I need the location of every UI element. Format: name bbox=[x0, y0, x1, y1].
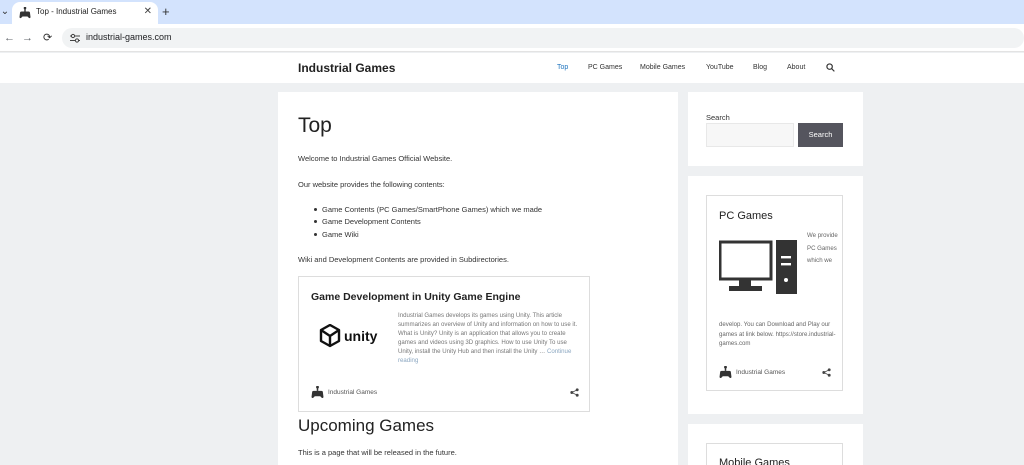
upcoming-games-heading: Upcoming Games bbox=[298, 416, 435, 435]
main-content: Top Welcome to Industrial Games Official… bbox=[278, 92, 678, 465]
mobile-games-widget: Mobile Games bbox=[688, 424, 863, 465]
pc-games-footer: Industrial Games bbox=[719, 366, 831, 380]
share-icon[interactable] bbox=[570, 388, 579, 397]
subdirectories-text: Wiki and Development Contents are provid… bbox=[298, 255, 509, 264]
author-name[interactable]: Industrial Games bbox=[736, 369, 785, 376]
close-tab-icon[interactable]: ✕ bbox=[144, 6, 152, 18]
site-settings-icon[interactable] bbox=[69, 32, 81, 44]
gamepad-icon bbox=[311, 386, 324, 399]
search-widget: Search Search bbox=[688, 92, 863, 166]
nav-youtube[interactable]: YouTube bbox=[706, 64, 734, 71]
unity-logo[interactable]: unity bbox=[319, 324, 383, 348]
nav-blog[interactable]: Blog bbox=[753, 64, 767, 71]
share-icon[interactable] bbox=[822, 368, 831, 377]
browser-tab-bar: ⌄ Top - Industrial Games ✕ + bbox=[0, 0, 1024, 24]
list-item: Game Wiki bbox=[314, 230, 359, 239]
nav-pc-games[interactable]: PC Games bbox=[588, 64, 622, 71]
article-title[interactable]: Game Development in Unity Game Engine bbox=[311, 291, 520, 303]
site-logo[interactable]: Industrial Games bbox=[298, 61, 395, 75]
nav-about[interactable]: About bbox=[787, 64, 805, 71]
page-title: Top bbox=[298, 114, 332, 137]
pc-games-description: develop. You can Download and Play our g… bbox=[719, 321, 836, 347]
author-name[interactable]: Industrial Games bbox=[328, 389, 377, 396]
tab-title: Top - Industrial Games bbox=[36, 7, 117, 16]
gamepad-icon bbox=[719, 366, 732, 379]
browser-toolbar: ← → ⟳ industrial-games.com bbox=[0, 24, 1024, 52]
mobile-games-title[interactable]: Mobile Games bbox=[719, 457, 790, 465]
browser-tab[interactable]: Top - Industrial Games ✕ bbox=[12, 2, 158, 24]
search-input[interactable] bbox=[706, 123, 794, 147]
pc-games-widget: PC Games We provide PC Games which we de… bbox=[688, 176, 863, 414]
desktop-computer-icon[interactable] bbox=[719, 240, 799, 298]
url-text: industrial-games.com bbox=[86, 32, 172, 42]
search-button[interactable]: Search bbox=[798, 123, 843, 147]
search-icon[interactable] bbox=[826, 63, 835, 72]
nav-mobile-games[interactable]: Mobile Games bbox=[640, 64, 685, 71]
search-label: Search bbox=[706, 113, 730, 122]
provides-text: Our website provides the following conte… bbox=[298, 180, 445, 189]
nav-top[interactable]: Top bbox=[557, 64, 568, 71]
article-footer: Industrial Games bbox=[311, 386, 579, 400]
upcoming-games-text: This is a page that will be released in … bbox=[298, 448, 457, 457]
pc-games-card: PC Games We provide PC Games which we de… bbox=[706, 195, 843, 391]
unity-wordmark: unity bbox=[344, 328, 378, 344]
welcome-text: Welcome to Industrial Games Official Web… bbox=[298, 154, 453, 163]
list-item: Game Contents (PC Games/SmartPhone Games… bbox=[313, 205, 543, 214]
pc-games-side-text: We provide PC Games which we bbox=[807, 232, 838, 264]
reload-icon[interactable]: ⟳ bbox=[43, 31, 52, 45]
tab-search-chevron-icon[interactable]: ⌄ bbox=[0, 4, 10, 20]
pc-games-title[interactable]: PC Games bbox=[719, 210, 773, 222]
mobile-games-card: Mobile Games bbox=[706, 443, 843, 465]
address-bar[interactable]: industrial-games.com bbox=[62, 28, 1024, 48]
unity-cube-icon bbox=[319, 324, 341, 348]
article-excerpt: Industrial Games develops its games usin… bbox=[398, 311, 583, 366]
list-item: Game Development Contents bbox=[314, 217, 421, 226]
forward-arrow-icon[interactable]: → bbox=[22, 31, 33, 45]
site-header: Industrial Games Top PC Games Mobile Gam… bbox=[0, 53, 1024, 83]
back-arrow-icon[interactable]: ← bbox=[4, 31, 15, 45]
new-tab-button[interactable]: + bbox=[162, 4, 170, 20]
gamepad-icon bbox=[19, 7, 31, 19]
article-card: Game Development in Unity Game Engine un… bbox=[298, 276, 590, 412]
